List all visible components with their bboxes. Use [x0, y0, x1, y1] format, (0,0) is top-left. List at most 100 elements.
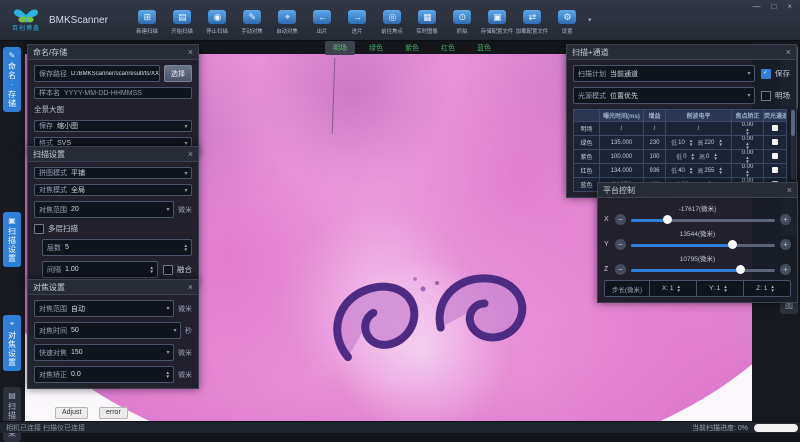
fluor-checkbox[interactable] — [772, 125, 778, 131]
sidebar-tab-naming-storage[interactable]: ✎ 命名·存储 — [3, 47, 21, 112]
save-config-button[interactable]: ▣ 存储配置文件 — [480, 6, 515, 35]
light-mode-select[interactable]: 光源模式 位置优先 — [573, 87, 755, 104]
stepper-arrows-icon[interactable] — [767, 285, 777, 292]
stitch-mode-select[interactable]: 拼图模式 平铺 — [34, 167, 192, 179]
start-scan-button[interactable]: ▤ 开始扫描 — [165, 6, 200, 35]
close-icon[interactable]: × — [188, 48, 193, 57]
close-icon[interactable]: × — [786, 48, 791, 57]
z-minus-button[interactable]: − — [615, 264, 626, 275]
y-minus-button[interactable]: − — [615, 239, 626, 250]
manual-focus-button[interactable]: ✎ 手动对焦 — [235, 6, 270, 35]
close-icon[interactable]: × — [787, 186, 792, 195]
x-slider[interactable] — [631, 215, 775, 225]
stepper-arrows-icon[interactable] — [732, 128, 763, 135]
stepper-arrows-icon[interactable] — [732, 142, 763, 149]
y-plus-button[interactable]: + — [780, 239, 791, 250]
error-button[interactable]: error — [99, 407, 128, 419]
tab-green[interactable]: 绿色 — [361, 41, 391, 55]
step-z-stepper[interactable]: Z: 1 — [743, 281, 790, 296]
sample-name-input[interactable]: 样本名 YYYY-MM-DD-HHMMSS — [34, 87, 192, 99]
focus-time-select[interactable]: 对焦时间 50 — [34, 322, 181, 339]
axis-z-position: 10795(微米) — [604, 253, 791, 263]
tab-red[interactable]: 红色 — [433, 41, 463, 55]
minimize-button[interactable]: — — [752, 2, 760, 11]
focus-mode-select[interactable]: 对焦模式 全局 — [34, 184, 192, 196]
multilayer-checkbox[interactable] — [34, 224, 44, 234]
sidebar-tab-focus-settings[interactable]: ⌖ 对焦设置 — [3, 315, 21, 371]
save-mode-select[interactable]: 保存 缩小图 — [34, 120, 192, 132]
stitch-mode-label: 拼图模式 — [35, 168, 71, 178]
table-row-red[interactable]: 红色 134.000 936 低40高255 0.00 — [574, 164, 787, 178]
unit-label: 微米 — [178, 370, 192, 380]
maximize-button[interactable]: □ — [771, 2, 776, 11]
snapshot-button[interactable]: ⊙ 抓拍 — [445, 6, 480, 35]
goto-focus-button[interactable]: ◎ 前往焦点 — [375, 6, 410, 35]
choose-path-button[interactable]: 选择 — [164, 65, 192, 82]
auto-focus-button[interactable]: ⌖ 自动对焦 — [270, 6, 305, 35]
close-button[interactable]: × — [787, 2, 792, 11]
fusion-checkbox[interactable] — [163, 265, 173, 275]
stepper-arrows-icon[interactable] — [732, 170, 763, 177]
scrollbar-thumb[interactable] — [791, 110, 795, 136]
cell-exposure: 134.000 — [600, 164, 644, 178]
x-plus-button[interactable]: + — [780, 214, 791, 225]
toolbar-more-caret-icon[interactable]: ▾ — [588, 16, 592, 24]
stepper-arrows-icon[interactable] — [686, 167, 696, 174]
chevron-down-icon — [163, 349, 173, 356]
close-icon[interactable]: × — [188, 150, 193, 159]
stepper-arrows-icon[interactable] — [163, 371, 173, 378]
stepper-arrows-icon[interactable] — [686, 139, 696, 146]
stepper-arrows-icon[interactable] — [732, 156, 763, 163]
focus-correction-stepper[interactable]: 对焦矫正 0.0 — [34, 366, 174, 383]
stepper-arrows-icon[interactable] — [674, 285, 684, 292]
layers-stepper[interactable]: 层数 5 — [42, 239, 192, 256]
y-slider[interactable] — [631, 240, 775, 250]
z-plus-button[interactable]: + — [780, 264, 791, 275]
stepper-arrows-icon[interactable] — [710, 153, 720, 160]
manual-focus-icon: ✎ — [243, 10, 261, 24]
tab-brightfield[interactable]: 明场 — [325, 41, 355, 55]
close-icon[interactable]: × — [188, 283, 193, 292]
x-slider-thumb[interactable] — [663, 215, 672, 224]
x-minus-button[interactable]: − — [615, 214, 626, 225]
focus-range-select[interactable]: 对焦范围 20 — [34, 201, 174, 218]
gap-stepper[interactable]: 间隔 1.00 — [42, 261, 158, 278]
z-slider[interactable] — [631, 265, 775, 275]
scan-plan-select[interactable]: 扫描计划 当前通道 — [573, 65, 755, 82]
stepper-arrows-icon[interactable] — [715, 139, 725, 146]
step-x-stepper[interactable]: X: 1 — [649, 281, 696, 296]
live-image-button[interactable]: ▦ 实时图像 — [410, 6, 445, 35]
stepper-arrows-icon[interactable] — [181, 244, 191, 251]
brightfield-checkbox[interactable] — [761, 91, 771, 101]
settings-button[interactable]: ⚙ 设置 — [550, 6, 585, 35]
focus-range-select[interactable]: 对焦范围 自动 — [34, 300, 174, 317]
load-config-button[interactable]: ⇄ 加载配置文件 — [515, 6, 550, 35]
save-path-input[interactable]: 保存路径 D:/BMKScanner/scanresult/ts/XXX — [34, 65, 160, 82]
tab-blue[interactable]: 蓝色 — [469, 41, 499, 55]
stepper-arrows-icon[interactable] — [147, 266, 157, 273]
stepper-arrows-icon[interactable] — [688, 153, 698, 160]
sidebar-tab-scan-results[interactable]: ▤ 扫描结果 — [3, 387, 21, 442]
fluor-checkbox[interactable] — [772, 139, 778, 145]
z-slider-thumb[interactable] — [736, 265, 745, 274]
eject-slide-button[interactable]: ← 出片 — [305, 6, 340, 35]
insert-slide-button[interactable]: → 进片 — [340, 6, 375, 35]
adjust-button[interactable]: Adjust — [55, 407, 88, 419]
fast-focus-select[interactable]: 快速对焦 150 — [34, 344, 174, 361]
stop-scan-button[interactable]: ◉ 停止扫描 — [200, 6, 235, 35]
y-slider-thumb[interactable] — [728, 240, 737, 249]
axis-y-block: 13544(微米) Y − + — [604, 228, 791, 250]
step-y-stepper[interactable]: Y: 1 — [696, 281, 743, 296]
tab-purple[interactable]: 紫色 — [397, 41, 427, 55]
save-checkbox[interactable] — [761, 69, 771, 79]
stepper-arrows-icon[interactable] — [720, 285, 730, 292]
stepper-arrows-icon[interactable] — [715, 167, 725, 174]
statusbar-right-pill[interactable] — [754, 424, 798, 432]
table-row-green[interactable]: 绿色 135.000 230 低10高220 0.00 — [574, 136, 787, 150]
fluor-checkbox[interactable] — [772, 153, 778, 159]
table-row-purple[interactable]: 紫色 100.000 100 低0高0 0.00 — [574, 150, 787, 164]
table-row-brightfield[interactable]: 明场 / / / 0.00 — [574, 122, 787, 136]
new-scan-button[interactable]: ⊞ 新建扫描 — [130, 6, 165, 35]
sidebar-tab-scan-settings[interactable]: ▣ 扫描设置 — [3, 212, 21, 267]
fluor-checkbox[interactable] — [772, 167, 778, 173]
